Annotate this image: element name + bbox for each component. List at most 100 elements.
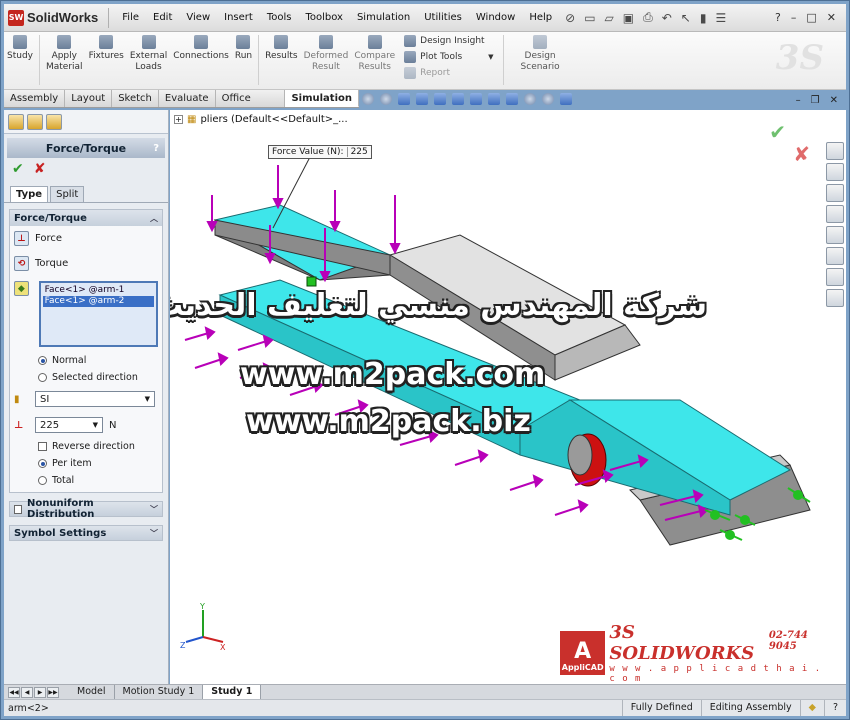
prev-tab-icon[interactable]: ◀ bbox=[21, 686, 33, 698]
help-button[interactable]: ? bbox=[775, 11, 781, 24]
maximize-button[interactable]: □ bbox=[806, 11, 816, 24]
zoom-to-fit-icon[interactable] bbox=[362, 93, 374, 105]
compare-results-button[interactable]: Compare Results bbox=[351, 35, 398, 73]
feature-manager-tab-icon[interactable] bbox=[8, 114, 24, 130]
menu-window[interactable]: Window bbox=[469, 4, 522, 32]
chevron-up-icon[interactable]: ︿ bbox=[150, 213, 158, 224]
chevron-down-icon[interactable]: ﹀ bbox=[150, 504, 158, 515]
hide-show-items-icon[interactable] bbox=[470, 93, 482, 105]
shadows-icon[interactable] bbox=[560, 93, 572, 105]
list-item[interactable]: Face<1> @arm-1 bbox=[43, 285, 154, 296]
graphics-area[interactable]: + ▦ pliers (Default<<Default>_... ✔ ✘ Fo… bbox=[170, 110, 846, 684]
select-arrow-icon[interactable]: ↖ bbox=[681, 11, 691, 25]
options-icon[interactable]: ☰ bbox=[715, 11, 726, 25]
view-orientation-icon[interactable] bbox=[434, 93, 446, 105]
open-folder-icon[interactable]: ▱ bbox=[605, 11, 614, 25]
next-tab-icon[interactable]: ▶ bbox=[34, 686, 46, 698]
display-style-icon[interactable] bbox=[452, 93, 464, 105]
tab-layout[interactable]: Layout bbox=[65, 90, 113, 107]
design-scenario-button[interactable]: Design Scenario bbox=[507, 35, 574, 73]
symbol-settings-group[interactable]: Symbol Settings ﹀ bbox=[9, 525, 163, 541]
menu-help[interactable]: Help bbox=[522, 4, 559, 32]
torque-option[interactable]: ⟲ Torque bbox=[10, 251, 162, 276]
results-button[interactable]: Results bbox=[262, 35, 301, 62]
menu-view[interactable]: View bbox=[179, 4, 217, 32]
selected-direction-radio[interactable] bbox=[38, 373, 47, 382]
study-button[interactable]: Study bbox=[4, 35, 36, 62]
apply-material-button[interactable]: Apply Material bbox=[43, 35, 86, 73]
help-icon[interactable]: ? bbox=[153, 143, 159, 154]
total-radio[interactable] bbox=[38, 476, 47, 485]
external-loads-button[interactable]: External Loads bbox=[127, 35, 170, 73]
normal-radio-row[interactable]: Normal bbox=[10, 352, 162, 369]
connections-button[interactable]: Connections bbox=[170, 35, 232, 62]
group-header[interactable]: Force/Torque ︿ bbox=[10, 210, 162, 226]
tab-assembly[interactable]: Assembly bbox=[4, 90, 66, 107]
last-tab-icon[interactable]: ▶▶ bbox=[47, 686, 59, 698]
cancel-button[interactable]: ✘ bbox=[34, 161, 46, 177]
save-icon[interactable]: ▣ bbox=[623, 11, 634, 25]
apply-scene-icon[interactable] bbox=[506, 93, 518, 105]
force-value-input[interactable]: 225 ▼ bbox=[35, 417, 103, 433]
zoom-area-icon[interactable] bbox=[380, 93, 392, 105]
doc-restore-button[interactable]: ❐ bbox=[811, 95, 820, 106]
nonuniform-checkbox[interactable] bbox=[14, 504, 23, 514]
status-help-icon[interactable]: ? bbox=[823, 700, 846, 716]
run-button[interactable]: Run bbox=[232, 35, 255, 62]
selected-direction-radio-row[interactable]: Selected direction bbox=[10, 369, 162, 386]
reverse-direction-row[interactable]: Reverse direction bbox=[10, 438, 162, 455]
force-option[interactable]: ⊥ Force bbox=[10, 226, 162, 251]
menu-insert[interactable]: Insert bbox=[217, 4, 260, 32]
undo-icon[interactable]: ↶ bbox=[662, 11, 672, 25]
pliers-model[interactable] bbox=[170, 110, 846, 684]
menu-simulation[interactable]: Simulation bbox=[350, 4, 417, 32]
tab-split[interactable]: Split bbox=[50, 186, 85, 202]
per-item-radio[interactable] bbox=[38, 459, 47, 468]
fixtures-button[interactable]: Fixtures bbox=[86, 35, 127, 62]
minimize-button[interactable]: – bbox=[791, 11, 797, 24]
tab-sketch[interactable]: Sketch bbox=[112, 90, 159, 107]
pin-icon[interactable]: ⊘ bbox=[565, 11, 575, 25]
per-item-radio-row[interactable]: Per item bbox=[10, 455, 162, 472]
rebuild-icon[interactable]: ▮ bbox=[700, 11, 707, 25]
selection-handle[interactable] bbox=[306, 276, 317, 287]
plot-tools-button[interactable]: Plot Tools ▼ bbox=[404, 51, 494, 63]
first-tab-icon[interactable]: ◀◀ bbox=[8, 686, 20, 698]
force-value-callout[interactable]: Force Value (N): 225 bbox=[268, 145, 372, 159]
view-settings-icon[interactable] bbox=[524, 93, 536, 105]
report-button[interactable]: Report bbox=[404, 67, 493, 79]
tab-study-1[interactable]: Study 1 bbox=[203, 685, 262, 699]
nonuniform-distribution-group[interactable]: Nonuniform Distribution ﹀ bbox=[9, 498, 163, 520]
design-insight-button[interactable]: Design Insight bbox=[404, 35, 493, 47]
menu-edit[interactable]: Edit bbox=[146, 4, 179, 32]
units-select[interactable]: SI ▼ bbox=[35, 391, 155, 407]
app-logo[interactable]: SW SolidWorks bbox=[4, 4, 108, 31]
deformed-result-button[interactable]: Deformed Result bbox=[301, 35, 352, 73]
edit-appearance-icon[interactable] bbox=[488, 93, 500, 105]
menu-toolbox[interactable]: Toolbox bbox=[298, 4, 350, 32]
menu-file[interactable]: File bbox=[115, 4, 146, 32]
doc-minimize-button[interactable]: – bbox=[796, 95, 801, 106]
tab-office-products[interactable]: Office Products bbox=[215, 90, 286, 121]
chevron-down-icon[interactable]: ﹀ bbox=[150, 528, 158, 539]
doc-close-button[interactable]: ✕ bbox=[830, 95, 838, 106]
normal-radio[interactable] bbox=[38, 356, 47, 365]
total-radio-row[interactable]: Total bbox=[10, 472, 162, 492]
reverse-direction-checkbox[interactable] bbox=[38, 442, 47, 451]
menu-utilities[interactable]: Utilities bbox=[417, 4, 469, 32]
ok-button[interactable]: ✔ bbox=[12, 161, 24, 177]
new-document-icon[interactable]: ▭ bbox=[584, 11, 595, 25]
tab-simulation[interactable]: Simulation bbox=[285, 90, 359, 107]
previous-view-icon[interactable] bbox=[398, 93, 410, 105]
section-view-icon[interactable] bbox=[416, 93, 428, 105]
status-tag-icon[interactable]: ◆ bbox=[799, 700, 824, 716]
tab-type[interactable]: Type bbox=[10, 186, 49, 202]
realview-icon[interactable] bbox=[542, 93, 554, 105]
close-button[interactable]: ✕ bbox=[827, 11, 836, 24]
tab-motion-study-1[interactable]: Motion Study 1 bbox=[115, 685, 204, 699]
tab-model[interactable]: Model bbox=[69, 685, 115, 699]
tab-evaluate[interactable]: Evaluate bbox=[158, 90, 216, 107]
print-icon[interactable]: ⎙ bbox=[643, 10, 653, 25]
menu-tools[interactable]: Tools bbox=[260, 4, 299, 32]
faces-selection-box[interactable]: Face<1> @arm-1 Face<1> @arm-2 bbox=[38, 281, 158, 347]
